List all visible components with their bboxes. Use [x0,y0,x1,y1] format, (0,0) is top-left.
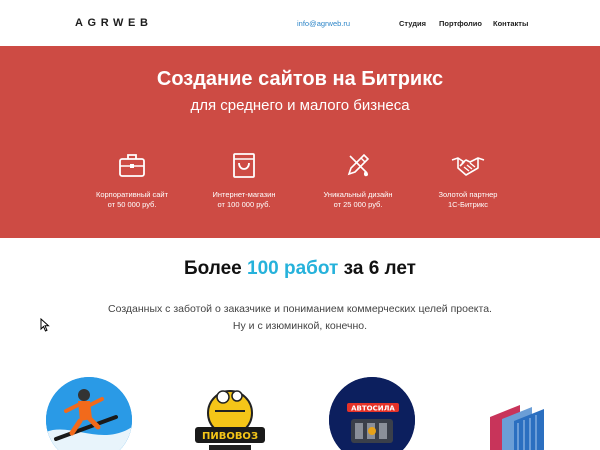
snowboarder-image [46,377,132,450]
feature-label: Корпоративный сайт [95,190,169,199]
feature-price: 1С-Битрикс [447,200,489,209]
hero-title: Создание сайтов на Битрикс [156,68,444,90]
nav-item-contacts[interactable]: Контакты [493,19,528,28]
nav-item-studio[interactable]: Студия [399,19,426,28]
portfolio-item-pivovoz[interactable]: ПИВОВОЗ [187,377,273,450]
email-link[interactable]: info@agrweb.ru [297,19,350,28]
avtosila-logo: АВТОСИЛА [329,377,415,450]
feature-price: от 100 000 руб. [217,200,271,209]
feature-unique-design: Уникальный дизайн от 25 000 руб. [303,150,413,210]
avtosila-logo-text: АВТОСИЛА [351,405,395,413]
feature-corporate-site: Корпоративный сайт от 50 000 руб. [77,150,187,210]
pencil-brush-icon [347,153,370,177]
site-header: AGRWEB info@agrweb.ru Студия Портфолио К… [0,0,600,46]
feature-price: от 25 000 руб. [333,200,383,209]
mouse-cursor-icon [40,318,50,332]
stats-description-2: Ну и с изюминкой, конечно. [232,320,368,332]
stats-heading: Более 100 работ за 6 лет [0,258,600,280]
stats-years: 6 лет [368,258,416,279]
nav-item-portfolio[interactable]: Портфолио [439,19,482,28]
feature-gold-partner: Золотой партнер 1С-Битрикс [413,150,523,210]
hero-subtitle: для среднего и малого бизнеса [190,97,410,114]
stats-count: 100 работ [247,258,339,279]
stats-middle: за [343,258,364,279]
pivovoz-logo-text: ПИВОВОЗ [202,431,258,442]
stats-description: Созданных с заботой о заказчике и понима… [108,303,492,315]
handshake-icon [451,157,485,176]
feature-label: Уникальный дизайн [323,190,393,199]
pivovoz-logo: ПИВОВОЗ [187,377,273,450]
briefcase-icon [119,154,145,177]
portfolio-item-snowboard[interactable] [46,377,132,450]
hero-banner: Создание сайтов на Битрикс для среднего … [0,46,600,238]
portfolio-item-avtosila[interactable]: АВТОСИЛА [329,377,415,450]
portfolio-item-polycarbonate[interactable] [470,377,556,450]
feature-online-store: Интернет-магазин от 100 000 руб. [189,150,299,210]
polycarbonate-sheets-image [470,377,556,450]
feature-price: от 50 000 руб. [107,200,157,209]
feature-label: Интернет-магазин [212,190,276,199]
feature-label: Золотой партнер [438,190,498,199]
logo[interactable]: AGRWEB [75,17,153,29]
stats-prefix: Более [184,258,242,279]
shopping-bag-icon [233,153,255,178]
